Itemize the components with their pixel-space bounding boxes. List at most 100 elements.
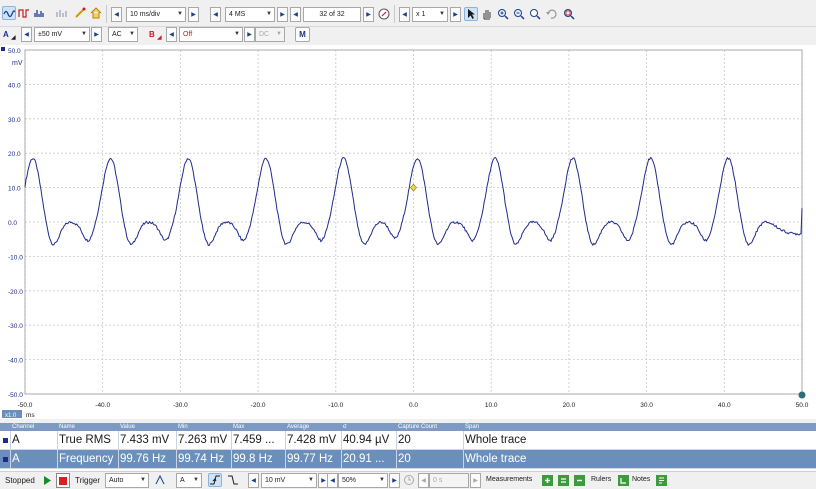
channel-b-coupling-value: DC — [259, 31, 270, 38]
threshold-select[interactable]: 10 mV ▼ — [261, 473, 317, 488]
channel-a-range-prev-button[interactable]: ◀ — [21, 27, 32, 42]
channel-b-range-next-button[interactable]: ▶ — [244, 27, 255, 42]
channel-a-options-icon[interactable]: ◢ — [11, 34, 16, 41]
delay-value: 0 s — [433, 477, 443, 484]
home-icon[interactable] — [89, 6, 103, 20]
channel-a-coupling-value: AC — [112, 31, 122, 38]
pointer-tool-icon[interactable] — [464, 7, 478, 21]
column-header[interactable]: Capture Count — [396, 423, 463, 431]
timebase-prev-button[interactable]: ◀ — [111, 7, 122, 22]
channels-icon[interactable] — [54, 6, 68, 20]
column-header[interactable]: Channel — [10, 423, 57, 431]
main-toolbar: ◀ 10 ms/div ▼ ▶ ◀ 4 MS ▼ ▶ ◀ 32 of 32 ▶ … — [0, 0, 816, 27]
run-button[interactable] — [41, 473, 53, 488]
trigger-channel-select[interactable]: A ▼ — [176, 473, 202, 488]
delete-measurement-icon[interactable] — [572, 473, 586, 487]
timebase-next-button[interactable]: ▶ — [188, 7, 199, 22]
y-tick-label: -20.0 — [8, 289, 23, 296]
channel-a-coupling-select[interactable]: AC ▼ — [108, 27, 138, 42]
chevron-down-icon: ▼ — [140, 477, 146, 483]
add-measurement-icon[interactable] — [540, 473, 554, 487]
column-divider — [118, 450, 119, 468]
channel-a-range-next-button[interactable]: ▶ — [91, 27, 102, 42]
y-tick-label: 40.0 — [8, 82, 21, 89]
notes-label: Notes — [632, 476, 651, 483]
x-tick-label: -10.0 — [328, 402, 343, 409]
samples-value: 4 MS — [229, 11, 246, 18]
chevron-down-icon: ▼ — [439, 11, 445, 17]
y-tick-label: -40.0 — [8, 358, 23, 365]
table-cell: Whole trace — [465, 453, 527, 465]
pretrigger-next-button[interactable]: ▶ — [389, 473, 400, 488]
capture-value: 32 of 32 — [319, 11, 345, 18]
table-cell: Frequency — [59, 453, 114, 465]
capture-prev-button[interactable]: ◀ — [290, 7, 301, 22]
column-header[interactable]: Average — [285, 423, 341, 431]
threshold-value: 10 mV — [265, 477, 286, 484]
plot-background — [0, 45, 816, 419]
x-tick-label: 0.0 — [409, 402, 418, 409]
persistence-mode-icon[interactable] — [17, 6, 31, 20]
channel-b-coupling-select[interactable]: DC ▼ — [255, 27, 285, 42]
math-channels-button[interactable]: M — [295, 27, 310, 42]
column-header[interactable]: Name — [57, 423, 118, 431]
channel-a-range-select[interactable]: ±50 mV ▼ — [34, 27, 90, 42]
math-label: M — [299, 30, 306, 39]
scope-plot[interactable]: 50.0 40.0 30.0 20.0 10.0 0.0 -10.0 -20.0 -30.0 -4… — [0, 45, 816, 419]
falling-edge-icon[interactable] — [226, 473, 240, 487]
zoom-next-button[interactable]: ▶ — [450, 7, 461, 22]
threshold-prev-button[interactable]: ◀ — [248, 473, 259, 488]
chevron-down-icon: ▼ — [177, 11, 183, 17]
pretrigger-prev-button[interactable]: ◀ — [327, 473, 338, 488]
column-header[interactable]: Span — [463, 423, 816, 431]
y-tick-label: -50.0 — [8, 392, 23, 399]
ruler-handle-icon[interactable] — [798, 391, 806, 399]
edit-measurement-icon[interactable] — [556, 473, 570, 487]
capture-next-button[interactable]: ▶ — [363, 7, 374, 22]
pretrigger-select[interactable]: 50% ▼ — [338, 473, 388, 488]
notes-icon[interactable] — [654, 473, 668, 487]
pretrigger-value: 50% — [342, 477, 357, 484]
capture-counter[interactable]: 32 of 32 — [303, 7, 361, 22]
trigger-settings-icon[interactable] — [153, 473, 167, 487]
zoom-in-icon[interactable] — [496, 7, 510, 21]
samples-prev-button[interactable]: ◀ — [210, 7, 221, 22]
rulers-icon[interactable] — [616, 473, 630, 487]
table-cell: 20 — [398, 453, 411, 465]
trigger-mode-select[interactable]: Auto ▼ — [105, 473, 149, 488]
delay-prev-button[interactable]: ◀ — [418, 473, 429, 488]
column-header[interactable]: Min — [176, 423, 231, 431]
zoom-out-icon[interactable] — [512, 7, 526, 21]
zoom-prev-button[interactable]: ◀ — [399, 7, 410, 22]
undo-zoom-icon[interactable] — [544, 7, 558, 21]
delay-next-button[interactable]: ▶ — [470, 473, 481, 488]
chevron-down-icon: ▼ — [234, 31, 240, 37]
scope-mode-icon[interactable] — [2, 6, 16, 20]
samples-select[interactable]: 4 MS ▼ — [225, 7, 275, 22]
channel-b-label[interactable]: B — [149, 30, 155, 39]
zoom-region-icon[interactable] — [528, 7, 542, 21]
x-tick-label: 50.0 — [796, 402, 809, 409]
table-row[interactable]: A Frequency 99.76 Hz 99.74 Hz 99.8 Hz 99.77 H… — [0, 450, 816, 469]
timebase-select[interactable]: 10 ms/div ▼ — [126, 7, 186, 22]
spectrum-mode-icon[interactable] — [32, 6, 46, 20]
channel-b-options-icon[interactable]: ◢ — [157, 34, 162, 41]
column-header[interactable]: Max — [231, 423, 285, 431]
channel-b-range-prev-button[interactable]: ◀ — [166, 27, 177, 42]
stop-button[interactable] — [56, 473, 70, 488]
column-header[interactable]: σ — [341, 423, 396, 431]
samples-next-button[interactable]: ▶ — [277, 7, 288, 22]
probe-icon[interactable] — [73, 6, 87, 20]
table-row[interactable]: A True RMS 7.433 mV 7.263 mV 7.459 ... 7.428 … — [0, 431, 816, 450]
delay-icon[interactable] — [402, 473, 416, 487]
zoom-fit-icon[interactable] — [562, 7, 576, 21]
hand-tool-icon[interactable] — [480, 7, 494, 21]
table-cell: A — [12, 434, 20, 446]
navigate-icon[interactable] — [377, 7, 391, 21]
zoom-select[interactable]: x 1 ▼ — [412, 7, 448, 22]
delay-select[interactable]: 0 s — [429, 473, 469, 488]
column-header[interactable]: Value — [118, 423, 176, 431]
rising-edge-icon[interactable] — [208, 473, 222, 487]
channel-b-range-select[interactable]: Off ▼ — [179, 27, 243, 42]
channel-a-label[interactable]: A — [3, 30, 9, 39]
